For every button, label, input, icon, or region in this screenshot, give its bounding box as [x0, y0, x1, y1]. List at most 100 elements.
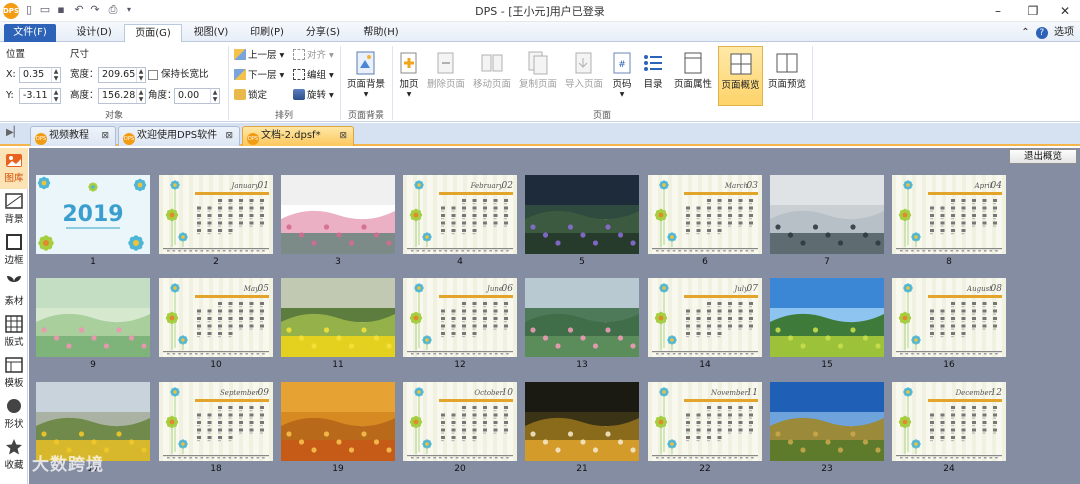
- page-thumbnail[interactable]: 2019: [36, 175, 150, 254]
- page-thumbnail[interactable]: [770, 382, 884, 461]
- page-properties-button[interactable]: 页面属性: [670, 46, 716, 106]
- page-thumbnail[interactable]: September 09: [159, 382, 273, 461]
- page-thumbnail[interactable]: January 01: [159, 175, 273, 254]
- undo-icon[interactable]: ↶: [72, 3, 86, 17]
- save-icon[interactable]: ▪: [54, 3, 68, 17]
- align-button[interactable]: 对齐 ▾: [293, 48, 334, 63]
- calendar-day-mark: [738, 206, 743, 210]
- page-thumbnail[interactable]: March 03: [648, 175, 762, 254]
- page-thumbnail[interactable]: May 05: [159, 278, 273, 357]
- sidebar-item-border[interactable]: 边框: [0, 230, 28, 271]
- bring-up-button[interactable]: 上一层 ▾: [234, 48, 284, 63]
- add-page-button[interactable]: 加页 ▼: [396, 46, 422, 106]
- restore-button[interactable]: ❐: [1018, 0, 1048, 22]
- page-thumbnail[interactable]: February 02: [403, 175, 517, 254]
- options-link[interactable]: 选项: [1054, 27, 1074, 38]
- page-thumbnail[interactable]: [36, 278, 150, 357]
- close-icon[interactable]: ⊠: [339, 127, 347, 145]
- print-icon[interactable]: ⎙: [106, 3, 120, 17]
- photo-accent: [41, 327, 47, 333]
- calendar-lunar-mark: [441, 432, 444, 434]
- page-thumbnail[interactable]: [525, 278, 639, 357]
- page-thumbnail[interactable]: [281, 278, 395, 357]
- doc-tab-welcome[interactable]: DPS 欢迎使用DPS软件 ⊠: [118, 126, 240, 146]
- height-input[interactable]: 156.28 ▲ ▼: [98, 88, 146, 104]
- sidebar-item-template[interactable]: 模板: [0, 353, 28, 394]
- page-thumbnail[interactable]: [770, 278, 884, 357]
- send-down-button[interactable]: 下一层 ▾: [234, 68, 284, 83]
- x-position-input[interactable]: 0.35 ▲ ▼: [19, 67, 61, 83]
- height-spin-arrows[interactable]: ▲ ▼: [136, 89, 145, 103]
- menu-file[interactable]: 文件(F): [4, 24, 56, 42]
- redo-icon[interactable]: ↷: [88, 3, 102, 17]
- collapse-ribbon-icon[interactable]: ⌃: [1021, 27, 1029, 38]
- sidebar-item-layout[interactable]: 版式: [0, 312, 28, 353]
- delete-page-button[interactable]: 删除页面: [424, 46, 468, 106]
- exit-overview-button[interactable]: 退出概览: [1009, 149, 1077, 164]
- page-thumbnail[interactable]: [525, 175, 639, 254]
- close-icon[interactable]: ⊠: [225, 127, 233, 145]
- sidebar-item-gallery[interactable]: 图库: [0, 148, 28, 189]
- calendar-lunar-mark: [483, 417, 486, 419]
- menu-print[interactable]: 印刷(P): [240, 24, 294, 42]
- page-thumbnail[interactable]: [281, 382, 395, 461]
- width-spin-arrows[interactable]: ▲ ▼: [136, 68, 145, 82]
- menu-help[interactable]: 帮助(H): [352, 24, 410, 42]
- sidebar-item-shape[interactable]: 形状: [0, 394, 28, 435]
- tab-list-toggle-icon[interactable]: ▶▏: [6, 127, 21, 138]
- calendar-day-mark: [686, 324, 690, 328]
- page-thumbnail[interactable]: [525, 382, 639, 461]
- import-page-button[interactable]: 导入页面: [562, 46, 606, 106]
- menu-view[interactable]: 视图(V): [184, 24, 238, 42]
- copy-page-button[interactable]: 复制页面: [516, 46, 560, 106]
- page-thumbnail[interactable]: August 08: [892, 278, 1006, 357]
- page-thumbnail[interactable]: December 12: [892, 382, 1006, 461]
- page-thumbnail[interactable]: April 04: [892, 175, 1006, 254]
- rotate-button[interactable]: 旋转 ▾: [293, 88, 334, 103]
- doc-tab-document-2[interactable]: DPS 文档-2.dpsf* ⊠: [242, 126, 354, 146]
- doc-tab-video-tutorial[interactable]: DPS 视频教程 ⊠: [30, 126, 116, 146]
- close-icon[interactable]: ⊠: [101, 127, 109, 145]
- minimize-button[interactable]: –: [983, 0, 1013, 22]
- close-button[interactable]: ✕: [1050, 0, 1080, 22]
- x-spin-arrows[interactable]: ▲ ▼: [51, 68, 60, 82]
- width-input[interactable]: 209.65 ▲ ▼: [98, 67, 146, 83]
- page-thumbnail[interactable]: October 10: [403, 382, 517, 461]
- y-position-input[interactable]: -3.11 ▲ ▼: [19, 88, 61, 104]
- page-preview-button[interactable]: 页面预览: [765, 46, 809, 106]
- toc-button[interactable]: 目录: [638, 46, 668, 106]
- calendar-footer-mark: [228, 353, 232, 355]
- page-thumbnail-graphic: 2019: [36, 175, 150, 254]
- page-overview-button[interactable]: 页面概览: [718, 46, 763, 106]
- page-thumbnail[interactable]: [281, 175, 395, 254]
- menu-design[interactable]: 设计(D): [66, 24, 122, 42]
- help-icon[interactable]: ?: [1035, 27, 1048, 39]
- page-thumbnail[interactable]: [770, 175, 884, 254]
- y-spin-arrows[interactable]: ▲ ▼: [51, 89, 60, 103]
- calendar-day-mark: [930, 332, 934, 335]
- menu-page[interactable]: 页面(G): [124, 24, 182, 42]
- calendar-day-mark: [218, 214, 222, 217]
- customize-toolbar-icon[interactable]: ▾: [122, 3, 136, 17]
- sidebar-item-material[interactable]: 素材: [0, 271, 28, 312]
- calendar-footer-mark: [178, 353, 181, 355]
- angle-input[interactable]: 0.00 ▲ ▼: [174, 88, 220, 104]
- calendar-day-mark: [441, 309, 445, 313]
- page-number-button[interactable]: # 页码 ▼: [608, 46, 636, 106]
- sidebar-item-background[interactable]: 背景: [0, 189, 28, 230]
- lock-button[interactable]: 锁定: [234, 88, 267, 103]
- page-thumbnail[interactable]: July 07: [648, 278, 762, 357]
- new-file-icon[interactable]: ▯: [22, 3, 36, 17]
- move-page-button[interactable]: 移动页面: [470, 46, 514, 106]
- page-number-icon: #: [613, 52, 631, 74]
- page-background-button[interactable]: 页面背景 ▼: [344, 46, 388, 106]
- open-folder-icon[interactable]: ▭: [38, 3, 52, 17]
- menu-share[interactable]: 分享(S): [296, 24, 350, 42]
- group-button[interactable]: 编组 ▾: [293, 68, 334, 83]
- page-thumbnail[interactable]: June 06: [403, 278, 517, 357]
- page-thumbnail[interactable]: November 11: [648, 382, 762, 461]
- keep-ratio-checkbox[interactable]: [148, 70, 158, 80]
- angle-spin-arrows[interactable]: ▲ ▼: [210, 89, 219, 103]
- sidebar-item-favorites[interactable]: 收藏: [0, 435, 28, 476]
- photo-accent: [323, 327, 330, 333]
